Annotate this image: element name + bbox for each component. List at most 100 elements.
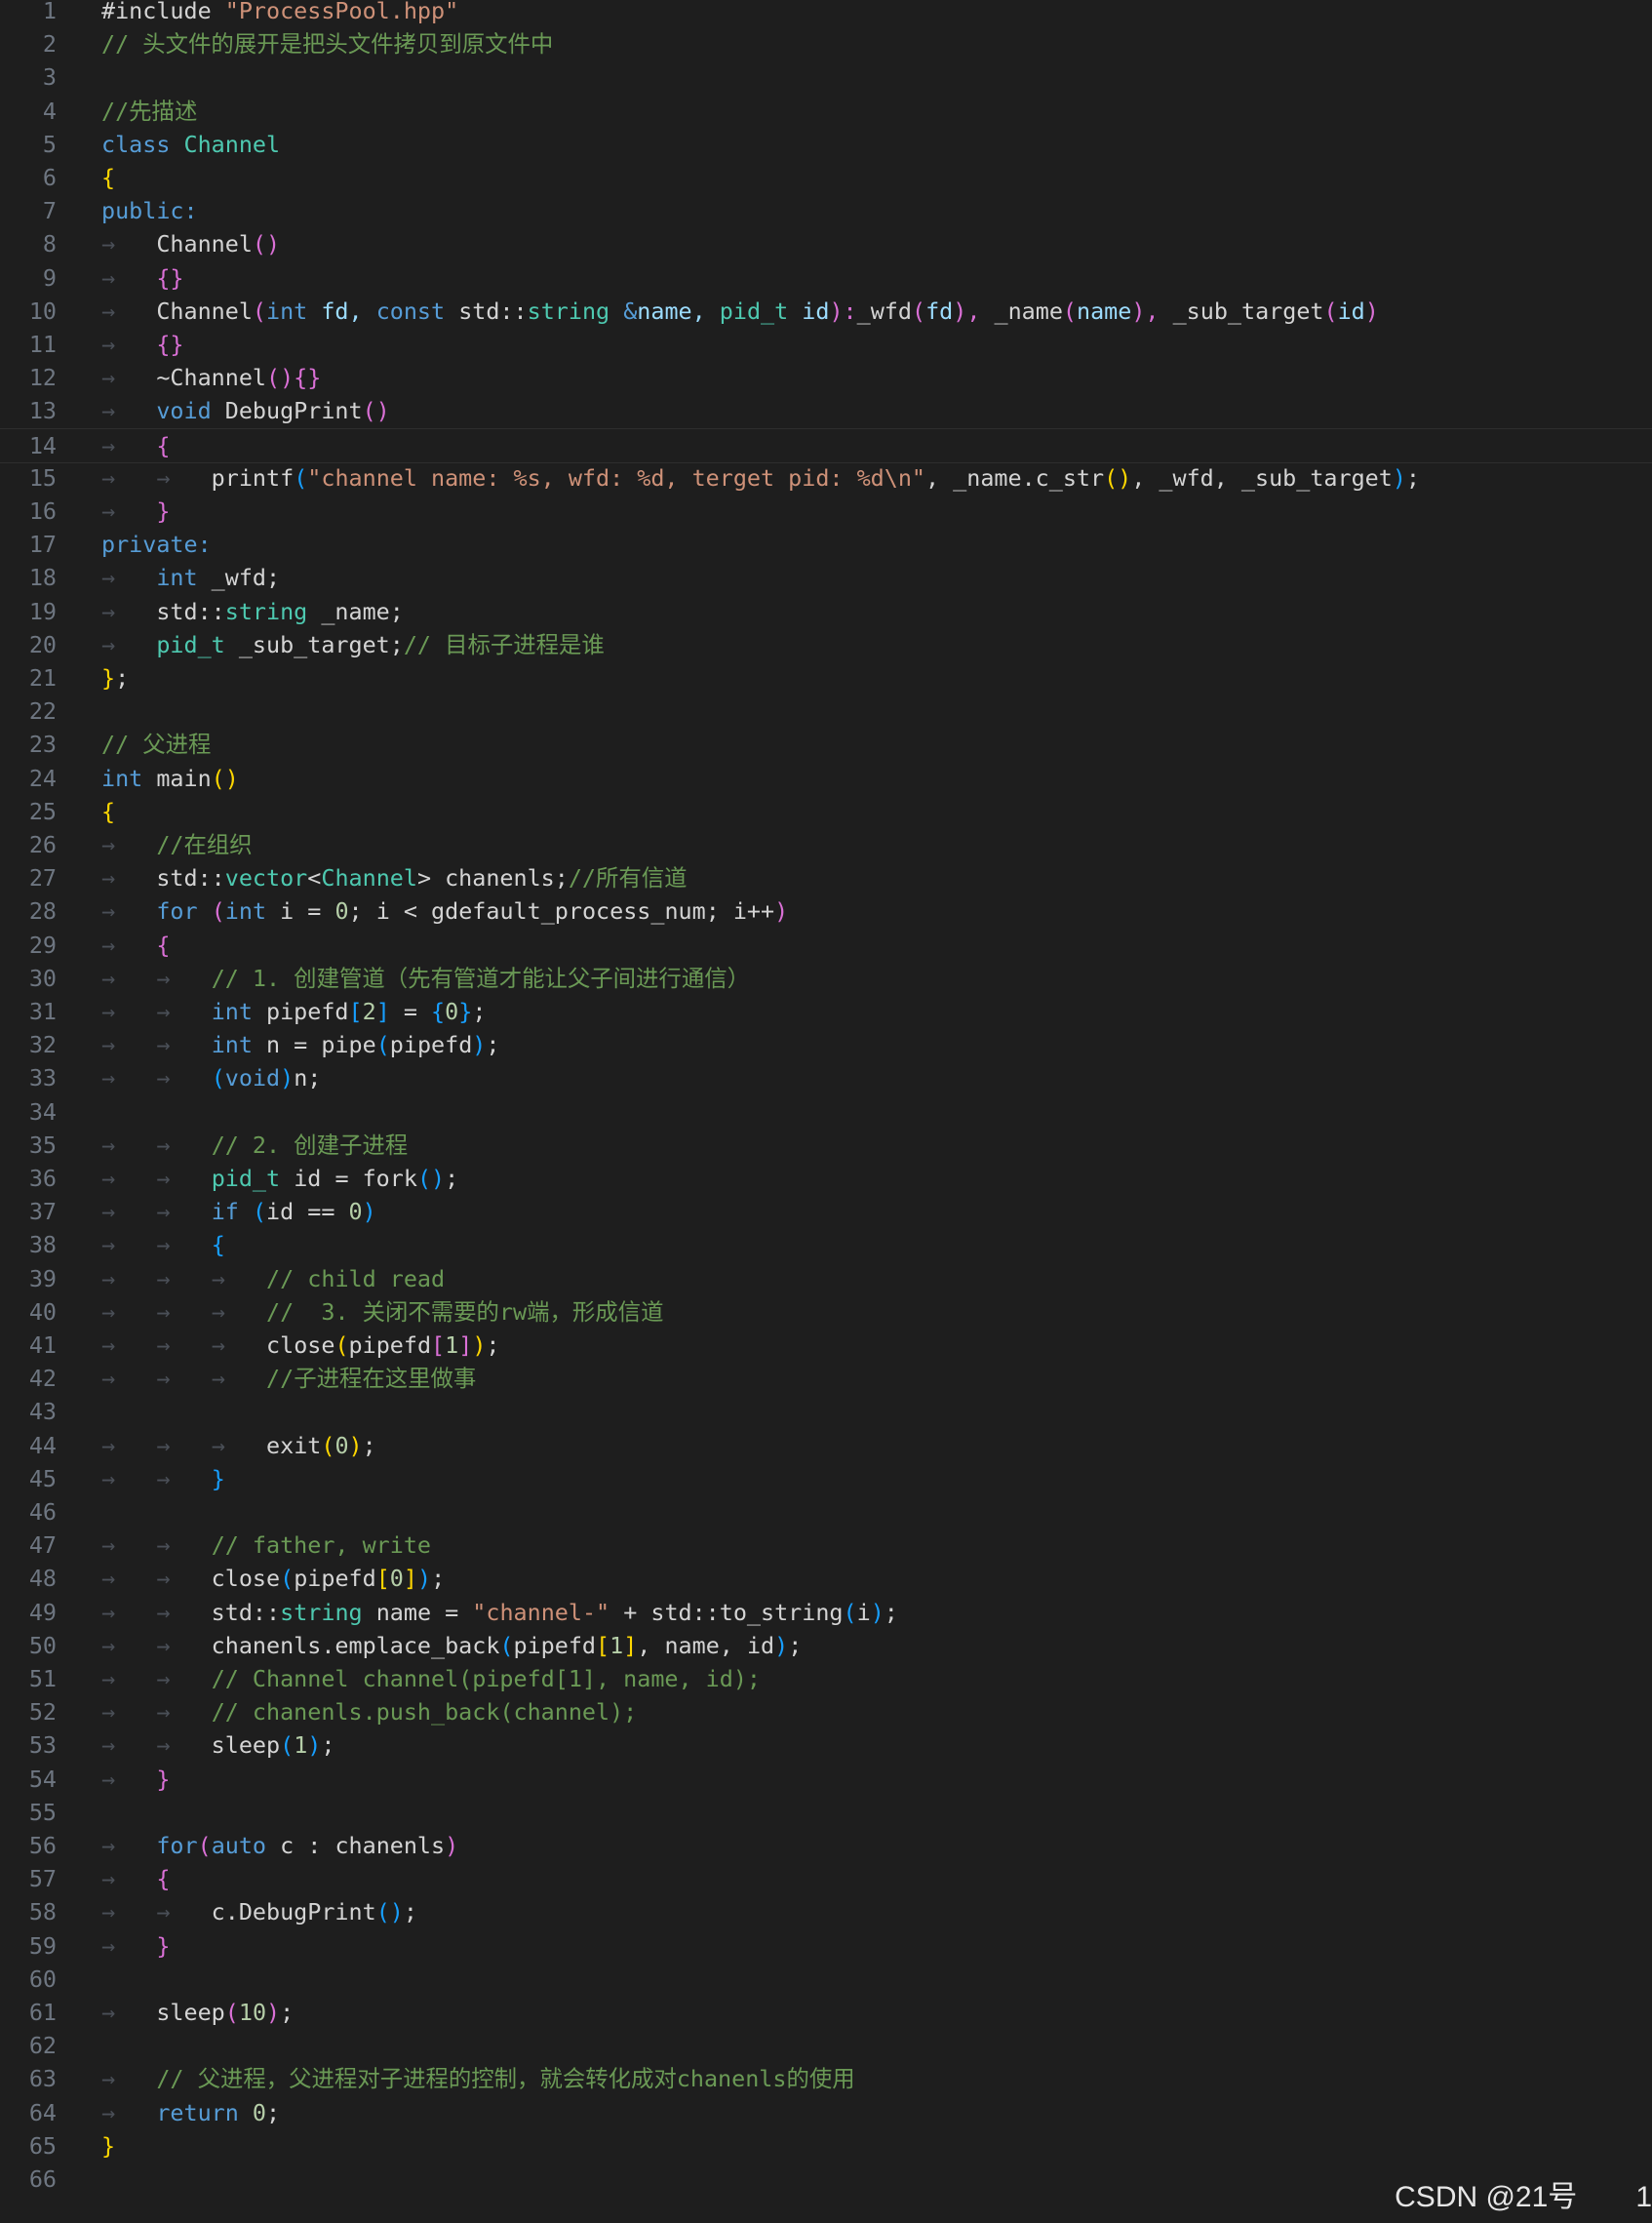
code-line[interactable]: 23 // 父进程: [0, 728, 1652, 761]
code-line[interactable]: 19 → std::string _name;: [0, 595, 1652, 628]
code-line[interactable]: 52 → → // chanenls.push_back(channel);: [0, 1695, 1652, 1728]
tab-marker: →: [156, 1264, 171, 1292]
code-line[interactable]: 21};: [0, 661, 1652, 695]
code-line[interactable]: 3: [0, 60, 1652, 94]
code-line[interactable]: 51 → → // Channel channel(pipefd[1], name…: [0, 1662, 1652, 1695]
tab-marker: →: [101, 1464, 116, 1492]
code-line[interactable]: 34: [0, 1095, 1652, 1129]
code-token: std::: [115, 597, 225, 625]
code-line[interactable]: 20 → pid_t _sub_target;// 目标子进程是谁: [0, 628, 1652, 661]
code-line[interactable]: 55: [0, 1796, 1652, 1829]
code-token: pipefd: [348, 1331, 432, 1359]
code-line[interactable]: 22: [0, 695, 1652, 728]
code-line[interactable]: 30 → → // 1. 创建管道（先有管道才能让父子间进行通信）: [0, 962, 1652, 995]
code-token: }: [101, 2131, 116, 2160]
code-token: , _wfd, _sub_target: [1131, 463, 1393, 492]
code-line[interactable]: 1 #include "ProcessPool.hpp": [0, 0, 1652, 27]
code-token: auto: [211, 1832, 267, 1859]
code-line[interactable]: 17 private:: [0, 528, 1652, 561]
code-line[interactable]: 37 → → if (id == 0): [0, 1195, 1652, 1228]
code-token: 0: [252, 2098, 267, 2126]
code-line[interactable]: 25 {: [0, 795, 1652, 828]
code-line[interactable]: 45 → → }: [0, 1462, 1652, 1495]
code-line[interactable]: 26 → //在组织: [0, 828, 1652, 861]
code-line[interactable]: 36 → → pid_t id = fork();: [0, 1162, 1652, 1195]
tab-marker: →: [101, 364, 116, 392]
code-line[interactable]: 33 → → (void)n;: [0, 1061, 1652, 1094]
code-line[interactable]: 32 → → int n = pipe(pipefd);: [0, 1028, 1652, 1061]
code-line[interactable]: 14 → {: [0, 427, 1652, 463]
code-line[interactable]: 6{: [0, 161, 1652, 194]
code-line[interactable]: 60: [0, 1963, 1652, 1996]
code-line[interactable]: 65}: [0, 2129, 1652, 2163]
code-line[interactable]: 4 //先描述: [0, 95, 1652, 128]
code-line[interactable]: 49 → → std::string name = "channel-" + st…: [0, 1596, 1652, 1629]
tab-marker: →: [101, 964, 116, 992]
code-line[interactable]: 18 → int _wfd;: [0, 561, 1652, 594]
line-number: 41: [28, 1331, 57, 1359]
code-line[interactable]: 31 → → int pipefd[2] = {0};: [0, 995, 1652, 1028]
code-line[interactable]: 63 → // 父进程，父进程对子进程的控制，就会转化成对chanenls的使用: [0, 2062, 1652, 2095]
code-line[interactable]: 35 → → // 2. 创建子进程: [0, 1129, 1652, 1162]
tab-marker: →: [156, 1898, 171, 1926]
code-line[interactable]: 15 → → printf("channel name: %s, wfd: %d,…: [0, 461, 1652, 495]
code-line[interactable]: 46: [0, 1495, 1652, 1528]
code-line[interactable]: 29 → {: [0, 929, 1652, 962]
code-line[interactable]: 13 → void DebugPrint(): [0, 394, 1652, 427]
code-token: }: [458, 998, 473, 1025]
line-number: 22: [28, 697, 57, 726]
tab-marker: →: [101, 1865, 116, 1893]
tab-marker: →: [101, 1365, 116, 1393]
code-line[interactable]: 47 → → // father, write: [0, 1528, 1652, 1562]
code-line[interactable]: 43: [0, 1395, 1652, 1428]
code-line[interactable]: 38 → → {: [0, 1228, 1652, 1261]
code-token: (): [1104, 463, 1132, 492]
code-line[interactable]: 57 → {: [0, 1862, 1652, 1895]
code-line[interactable]: 59 → }: [0, 1929, 1652, 1963]
tab-marker: →: [101, 331, 116, 358]
code-line[interactable]: 8 → Channel(): [0, 227, 1652, 260]
code-line[interactable]: 9 → {}: [0, 261, 1652, 295]
tab-marker: →: [101, 497, 116, 525]
line-number: 8: [42, 230, 57, 258]
line-code: → → // Channel channel(pipefd[1], name, …: [70, 1662, 761, 1695]
code-line[interactable]: 10 → Channel(int fd, const std::string &n…: [0, 295, 1652, 328]
code-token: void: [156, 397, 225, 425]
code-line[interactable]: 53 → → sleep(1);: [0, 1728, 1652, 1762]
code-token: ; i < gdefault_process_num; i++: [348, 897, 775, 926]
code-token: [: [596, 1631, 610, 1659]
line-code: }: [70, 2129, 115, 2163]
line-code: → → c.DebugPrint();: [70, 1895, 417, 1928]
code-line[interactable]: 44 → → → exit(0);: [0, 1429, 1652, 1462]
code-line[interactable]: 5 class Channel: [0, 128, 1652, 161]
code-line[interactable]: 56 → for(auto c : chanenls): [0, 1829, 1652, 1862]
code-line[interactable]: 12 → ~Channel(){}: [0, 361, 1652, 394]
code-line[interactable]: 28 → for (int i = 0; i < gdefault_process…: [0, 894, 1652, 928]
code-line[interactable]: 48 → → close(pipefd[0]);: [0, 1562, 1652, 1595]
code-line[interactable]: 62: [0, 2029, 1652, 2062]
code-token: name: [1077, 297, 1132, 325]
code-line[interactable]: 50 → → chanenls.emplace_back(pipefd[1], n…: [0, 1629, 1652, 1662]
code-line[interactable]: 2 // 头文件的展开是把头文件拷贝到原文件中: [0, 27, 1652, 60]
code-line[interactable]: 39 → → → // child read: [0, 1262, 1652, 1295]
code-token: (: [1062, 297, 1077, 325]
code-line[interactable]: 61 → sleep(10);: [0, 1996, 1652, 2029]
line-number: 40: [28, 1297, 57, 1326]
code-line[interactable]: 11 → {}: [0, 328, 1652, 361]
code-editor[interactable]: 1 #include "ProcessPool.hpp" 2 // 头文件的展开是把头…: [0, 0, 1652, 2223]
line-number: 15: [28, 463, 57, 492]
code-line[interactable]: 54 → }: [0, 1763, 1652, 1796]
code-line[interactable]: 64 → return 0;: [0, 2096, 1652, 2129]
tab-marker: →: [101, 597, 116, 625]
line-number: 11: [28, 331, 57, 358]
code-line[interactable]: 27 → std::vector<Channel> chanenls;//所有信道: [0, 861, 1652, 894]
code-line[interactable]: 58 → → c.DebugPrint();: [0, 1895, 1652, 1928]
tab-marker: →: [101, 897, 116, 926]
code-line[interactable]: 16 → }: [0, 495, 1652, 528]
code-line[interactable]: 40 → → → // 3. 关闭不需要的rw端，形成信道: [0, 1295, 1652, 1329]
code-line[interactable]: 42 → → → //子进程在这里做事: [0, 1362, 1652, 1395]
code-line[interactable]: 7 public:: [0, 194, 1652, 227]
line-code: → → → // 3. 关闭不需要的rw端，形成信道: [70, 1295, 663, 1329]
code-line[interactable]: 24 int main(): [0, 762, 1652, 795]
code-line[interactable]: 41 → → → close(pipefd[1]);: [0, 1329, 1652, 1362]
